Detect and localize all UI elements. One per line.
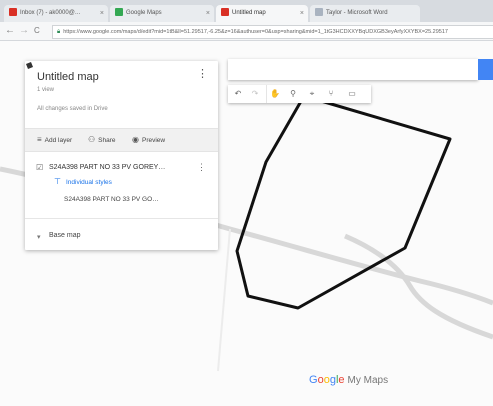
forward-icon[interactable]: → (19, 24, 29, 38)
polygon-shape-icon (26, 62, 33, 69)
drawn-polygon (235, 94, 452, 310)
layer-options-icon[interactable]: ⋮ (197, 162, 206, 173)
map-title[interactable]: Untitled map (37, 71, 99, 83)
gmail-favicon-icon (9, 8, 17, 17)
share-button[interactable]: ⚇ Share (88, 129, 116, 152)
map-side-panel: Untitled map 1 view All changes saved in… (25, 61, 218, 250)
lock-icon: 🔒︎ (57, 29, 61, 35)
reload-icon[interactable]: C (34, 24, 40, 38)
expand-basemap-icon[interactable]: ▾ (37, 233, 41, 241)
map-search-input[interactable] (228, 59, 478, 80)
share-label: Share (98, 137, 116, 144)
add-marker-icon[interactable]: ⚲ (285, 85, 301, 103)
word-favicon-icon (315, 8, 323, 17)
map-canvas[interactable]: Untitled map 1 view All changes saved in… (0, 41, 493, 406)
road (344, 233, 493, 340)
my-maps-favicon-icon (221, 8, 229, 17)
tab-label: Inbox (7) - ak0000@… (20, 10, 81, 16)
preview-icon: ◉ (132, 135, 139, 144)
preview-button[interactable]: ◉ Preview (132, 129, 165, 152)
panel-divider (25, 218, 218, 219)
measure-icon[interactable]: ▭ (344, 85, 360, 103)
tab-label: Untitled map (232, 10, 266, 16)
layer-visibility-checkbox[interactable]: ☑ (36, 163, 43, 172)
map-views-count: 1 view (37, 87, 55, 93)
map-toolbar: ↶ ↷ ✋ ⚲ ⌖ ⑂ ▭ (228, 85, 371, 103)
panel-actions: ≡ Add layer ⚇ Share ◉ Preview (25, 128, 218, 152)
search-button[interactable] (478, 59, 493, 80)
browser-tab-strip: Inbox (7) - ak0000@… × Google Maps × Unt… (0, 0, 493, 22)
tab-label: Google Maps (126, 10, 162, 16)
undo-icon[interactable]: ↶ (230, 85, 246, 103)
url-text: https://www.google.com/maps/d/edit?mid=1… (63, 29, 448, 35)
browser-tab-word[interactable]: Taylor - Microsoft Word (310, 5, 420, 22)
saved-status: All changes saved in Drive (37, 106, 108, 112)
layer-title[interactable]: S24A398 PART NO 33 PV GOREY… (49, 164, 165, 171)
browser-tab-untitled-map[interactable]: Untitled map × (216, 5, 308, 22)
close-tab-icon[interactable]: × (100, 5, 104, 22)
url-field[interactable]: 🔒︎ https://www.google.com/maps/d/edit?mid… (52, 25, 493, 39)
shape-feature-item[interactable]: S24A398 PART NO 33 PV GO… (64, 196, 159, 203)
add-layer-label: Add layer (44, 137, 73, 144)
browser-tab-google-maps[interactable]: Google Maps × (110, 5, 214, 22)
map-options-icon[interactable]: ⋮ (197, 69, 208, 80)
preview-label: Preview (141, 137, 166, 144)
road (217, 228, 231, 372)
google-maps-favicon-icon (115, 8, 123, 17)
tab-label: Taylor - Microsoft Word (326, 10, 388, 16)
browser-tab-gmail[interactable]: Inbox (7) - ak0000@… × (4, 5, 108, 22)
close-tab-icon[interactable]: × (206, 5, 210, 22)
individual-styles-link[interactable]: Individual styles (66, 179, 112, 186)
back-icon[interactable]: ← (5, 24, 15, 38)
paint-roller-icon: ⊤ (54, 177, 61, 186)
draw-line-icon[interactable]: ⌖ (304, 85, 320, 103)
base-map-toggle[interactable]: Base map (49, 232, 81, 239)
redo-icon[interactable]: ↷ (247, 85, 263, 103)
directions-icon[interactable]: ⑂ (323, 85, 339, 103)
google-my-maps-logo: Google My Maps (309, 374, 389, 386)
share-icon: ⚇ (88, 135, 96, 144)
add-layer-button[interactable]: ≡ Add layer (37, 129, 72, 152)
close-tab-icon[interactable]: × (300, 5, 304, 22)
browser-address-bar: ← → C 🔒︎ https://www.google.com/maps/d/ed… (0, 22, 493, 41)
add-layer-icon: ≡ (37, 135, 42, 144)
hand-pan-icon[interactable]: ✋ (266, 85, 283, 103)
